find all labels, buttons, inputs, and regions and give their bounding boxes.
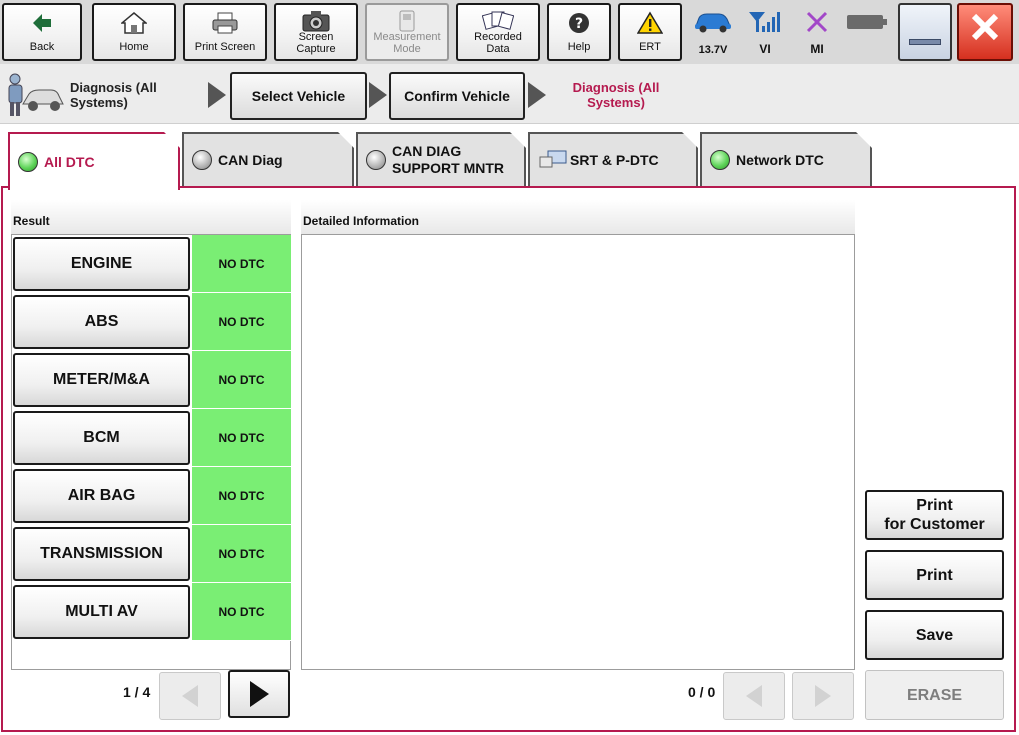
result-list: ENGINE NO DTC ABS NO DTC METER/M&A NO DT… xyxy=(11,234,291,670)
detail-prev-page-button[interactable] xyxy=(723,672,785,720)
status-badge: NO DTC xyxy=(192,409,291,467)
ert-button[interactable]: ERT xyxy=(618,3,682,61)
status-badge: NO DTC xyxy=(192,235,291,293)
tab-bar: All DTC CAN Diag CAN DIAG SUPPORT MNTR S… xyxy=(0,124,1019,188)
measurement-icon xyxy=(367,9,447,33)
list-item: TRANSMISSION NO DTC xyxy=(12,525,292,583)
camera-icon xyxy=(276,9,356,33)
system-button-transmission[interactable]: TRANSMISSION xyxy=(13,527,190,581)
cross-icon xyxy=(805,10,829,39)
result-page-indicator: 1 / 4 xyxy=(123,684,151,700)
status-led-grey-icon xyxy=(366,150,386,170)
help-button[interactable]: ? Help xyxy=(547,3,611,61)
status-badge: NO DTC xyxy=(192,351,291,409)
save-button[interactable]: Save xyxy=(865,610,1004,660)
tab-all-dtc[interactable]: All DTC xyxy=(8,132,180,190)
help-icon: ? xyxy=(549,11,609,35)
breadcrumb-arrow-icon xyxy=(208,82,226,108)
next-arrow-icon xyxy=(250,681,269,707)
back-arrow-icon xyxy=(4,11,80,35)
list-item: MULTI AV NO DTC xyxy=(12,583,292,641)
close-button[interactable] xyxy=(957,3,1013,61)
select-vehicle-button[interactable]: Select Vehicle xyxy=(230,72,367,120)
list-item: BCM NO DTC xyxy=(12,409,292,467)
vi-status: VI xyxy=(742,6,788,58)
home-icon xyxy=(94,11,174,35)
system-button-abs[interactable]: ABS xyxy=(13,295,190,349)
minimize-icon xyxy=(909,39,941,45)
prev-arrow-icon xyxy=(746,685,762,707)
detail-page-indicator: 0 / 0 xyxy=(688,684,716,700)
car-icon xyxy=(693,10,733,39)
erase-button[interactable]: ERASE xyxy=(865,670,1004,720)
status-badge: NO DTC xyxy=(192,293,291,351)
tab-can-diag[interactable]: CAN Diag xyxy=(182,132,354,186)
breadcrumb-arrow-icon xyxy=(369,82,387,108)
tab-can-diag-support-mntr[interactable]: CAN DIAG SUPPORT MNTR xyxy=(356,132,526,186)
status-led-green-icon xyxy=(18,152,38,172)
detail-next-page-button[interactable] xyxy=(792,672,854,720)
breadcrumb: Diagnosis (All Systems) Select Vehicle C… xyxy=(0,64,1019,124)
screen-capture-button[interactable]: Screen Capture xyxy=(274,3,358,61)
list-item: ABS NO DTC xyxy=(12,293,292,351)
breadcrumb-current-step: Diagnosis (All Systems) xyxy=(572,80,660,110)
minimize-button[interactable] xyxy=(898,3,952,61)
detail-information-area xyxy=(301,234,855,670)
recorded-data-button[interactable]: Recorded Data xyxy=(456,3,540,61)
system-button-air-bag[interactable]: AIR BAG xyxy=(13,469,190,523)
list-item: ENGINE NO DTC xyxy=(12,235,292,293)
confirm-vehicle-button[interactable]: Confirm Vehicle xyxy=(389,72,525,120)
result-prev-page-button[interactable] xyxy=(159,672,221,720)
printer-icon xyxy=(185,11,265,35)
tab-srt-p-dtc[interactable]: SRT & P-DTC xyxy=(528,132,698,186)
battery-voltage-status: 13.7V xyxy=(690,6,736,58)
recorded-data-icon xyxy=(458,9,538,33)
measurement-mode-button[interactable]: Measurement Mode xyxy=(365,3,449,61)
result-header: Result xyxy=(11,200,291,234)
tab-network-dtc[interactable]: Network DTC xyxy=(700,132,872,186)
system-button-meter[interactable]: METER/M&A xyxy=(13,353,190,407)
status-badge: NO DTC xyxy=(192,583,291,641)
result-next-page-button[interactable] xyxy=(228,670,290,718)
status-badge: NO DTC xyxy=(192,525,291,583)
back-button[interactable]: Back xyxy=(2,3,82,61)
prev-arrow-icon xyxy=(182,685,198,707)
breadcrumb-arrow-icon xyxy=(528,82,546,108)
svg-text:?: ? xyxy=(575,16,583,32)
print-button[interactable]: Print xyxy=(865,550,1004,600)
close-icon xyxy=(959,13,1011,41)
battery-icon xyxy=(846,12,888,37)
status-led-grey-icon xyxy=(192,150,212,170)
list-item: AIR BAG NO DTC xyxy=(12,467,292,525)
warning-icon xyxy=(620,11,680,35)
list-item: METER/M&A NO DTC xyxy=(12,351,292,409)
technician-car-icon xyxy=(3,70,65,123)
print-for-customer-button[interactable]: Print for Customer xyxy=(865,490,1004,540)
breadcrumb-step-diagnosis[interactable]: Diagnosis (All Systems) xyxy=(70,80,157,110)
home-button[interactable]: Home xyxy=(92,3,176,61)
signal-icon xyxy=(747,10,781,39)
system-button-engine[interactable]: ENGINE xyxy=(13,237,190,291)
print-screen-button[interactable]: Print Screen xyxy=(183,3,267,61)
detail-header: Detailed Information xyxy=(301,200,855,234)
status-badge: NO DTC xyxy=(192,467,291,525)
next-arrow-icon xyxy=(815,685,831,707)
system-button-bcm[interactable]: BCM xyxy=(13,411,190,465)
status-led-green-icon xyxy=(710,150,730,170)
top-toolbar: Back Home Print Screen Screen Capture Me… xyxy=(0,0,1019,64)
system-button-multi-av[interactable]: MULTI AV xyxy=(13,585,190,639)
dtc-card-icon xyxy=(538,149,568,172)
mi-status: MI xyxy=(794,6,840,58)
all-dtc-panel: Result ENGINE NO DTC ABS NO DTC METER/M&… xyxy=(1,186,1016,732)
